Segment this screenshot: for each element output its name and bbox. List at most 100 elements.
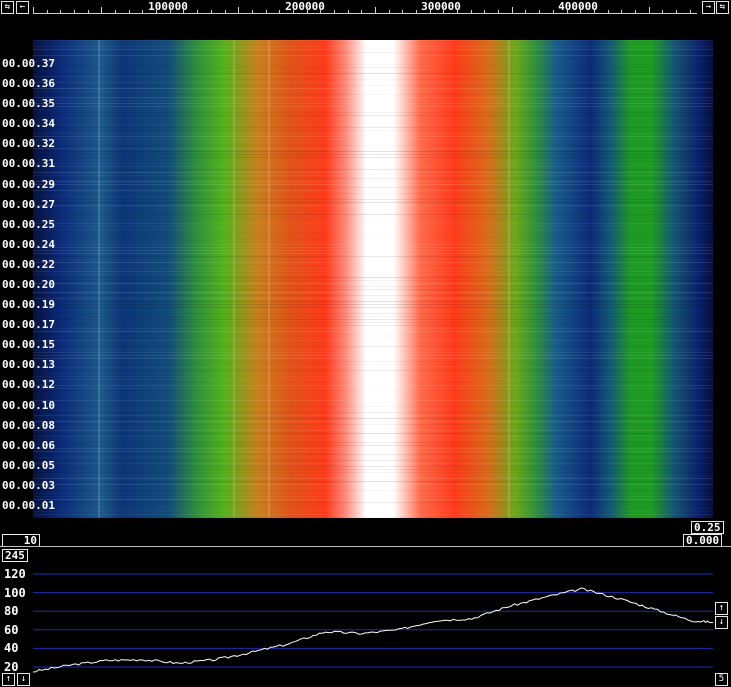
waterfall-stripe [33, 217, 713, 218]
waterfall-stripe [33, 67, 713, 68]
speed-value-box[interactable]: 0.25 [691, 521, 724, 534]
waterfall-stripe [33, 64, 713, 65]
waterfall-stripe [33, 169, 713, 170]
ruler-tick [389, 10, 390, 13]
waterfall-stripe [33, 46, 713, 47]
waterfall-stripe [33, 163, 713, 164]
ruler-tick [88, 10, 89, 13]
waterfall-stripe [33, 346, 713, 347]
y-tick-label: 120 [4, 567, 26, 581]
waterfall-stripe [33, 253, 713, 254]
waterfall-stripe [33, 439, 713, 440]
waterfall-stripe [33, 511, 713, 512]
waterfall-stripe [33, 91, 713, 92]
waterfall-stripe [33, 70, 713, 71]
waterfall-stripe [33, 238, 713, 239]
waterfall-stripe [33, 457, 713, 458]
waterfall-display[interactable] [33, 40, 713, 518]
waterfall-stripe [33, 280, 713, 281]
waterfall-stripe [33, 343, 713, 344]
ruler-tick [334, 10, 335, 13]
carrier-line [98, 40, 100, 518]
waterfall-stripe [33, 298, 713, 299]
ruler-tick [320, 10, 321, 13]
time-label: 00.00.19 [2, 298, 55, 311]
waterfall-stripe [33, 304, 713, 305]
waterfall-stripe [33, 202, 713, 203]
waterfall-stripe [33, 382, 713, 383]
waterfall-stripe [33, 259, 713, 260]
waterfall-stripe [33, 460, 713, 461]
ruler-tick [293, 10, 294, 13]
waterfall-stripe [33, 40, 713, 41]
waterfall-stripe [33, 319, 713, 320]
ruler-tick [402, 10, 403, 13]
waterfall-stripe [33, 85, 713, 86]
ruler-tick [690, 10, 691, 13]
waterfall-stripe [33, 514, 713, 515]
ruler-tick [142, 10, 143, 13]
waterfall-stripe [33, 76, 713, 77]
waterfall-stripe [33, 322, 713, 323]
waterfall-stripe [33, 349, 713, 350]
waterfall-stripe [33, 58, 713, 59]
time-label: 00.00.01 [2, 499, 55, 512]
waterfall-stripe [33, 394, 713, 395]
waterfall-stripe [33, 451, 713, 452]
waterfall-stripe [33, 412, 713, 413]
waterfall-stripe [33, 388, 713, 389]
shift-down-button[interactable]: ↓ [17, 673, 30, 686]
waterfall-stripe [33, 415, 713, 416]
ruler-tick [375, 7, 376, 13]
waterfall-stripe [33, 325, 713, 326]
waterfall-stripe [33, 496, 713, 497]
carrier-line [508, 40, 510, 518]
bottom-right-value-box[interactable]: 5 [715, 673, 728, 686]
spectrum-plot[interactable] [0, 560, 731, 687]
time-label: 00.00.27 [2, 198, 55, 211]
waterfall-stripe [33, 493, 713, 494]
ruler-tick [252, 10, 253, 13]
waterfall-stripe [33, 115, 713, 116]
waterfall-stripe [33, 499, 713, 500]
y-tick-label: 80 [4, 604, 19, 619]
waterfall-stripe [33, 250, 713, 251]
shift-up-button[interactable]: ↑ [2, 673, 15, 686]
ruler-tick [33, 7, 34, 13]
waterfall-stripe [33, 436, 713, 437]
waterfall-stripe [33, 475, 713, 476]
waterfall-stripe [33, 427, 713, 428]
waterfall-stripe [33, 508, 713, 509]
waterfall-stripe [33, 154, 713, 155]
waterfall-stripe [33, 274, 713, 275]
waterfall-stripe [33, 442, 713, 443]
time-label: 00.00.22 [2, 258, 55, 271]
waterfall-stripe [33, 271, 713, 272]
waterfall-stripe [33, 481, 713, 482]
ruler-tick [525, 10, 526, 13]
ruler-tick [580, 7, 581, 13]
waterfall-stripe [33, 469, 713, 470]
waterfall-stripe [33, 472, 713, 473]
ruler-tick [567, 10, 568, 13]
waterfall-stripe [33, 286, 713, 287]
ruler-tick [484, 10, 485, 13]
scale-up-button[interactable]: ↑ [715, 602, 728, 615]
waterfall-stripe [33, 385, 713, 386]
waterfall-stripe [33, 307, 713, 308]
waterfall-stripe [33, 184, 713, 185]
ruler-tick [266, 10, 267, 13]
ruler-tick [197, 10, 198, 13]
waterfall-stripe [33, 262, 713, 263]
ruler-tick [635, 10, 636, 13]
waterfall-stripe [33, 292, 713, 293]
scale-down-button[interactable]: ↓ [715, 616, 728, 629]
waterfall-stripe [33, 373, 713, 374]
waterfall-stripe [33, 490, 713, 491]
waterfall-stripe [33, 361, 713, 362]
ruler-tick [430, 10, 431, 13]
waterfall-stripe [33, 103, 713, 104]
waterfall-stripe [33, 223, 713, 224]
time-label: 00.00.32 [2, 137, 55, 150]
waterfall-stripe [33, 448, 713, 449]
